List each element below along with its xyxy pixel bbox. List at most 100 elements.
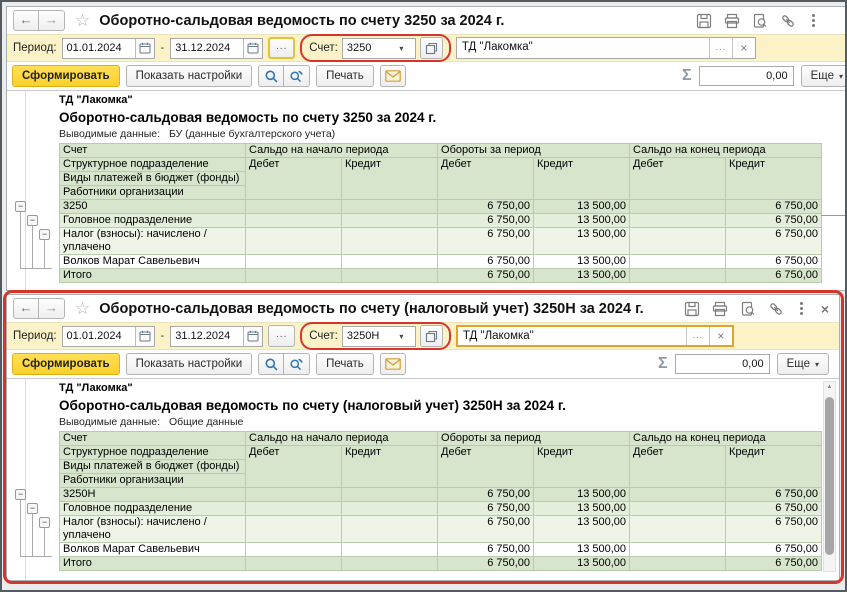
cell-value[interactable]: 6 750,00 (726, 502, 822, 516)
cell-value[interactable]: 6 750,00 (438, 502, 534, 516)
cell-value[interactable]: 6 750,00 (438, 200, 534, 214)
cell-value[interactable] (630, 214, 726, 228)
search-icon[interactable] (258, 353, 284, 375)
period-from-input[interactable] (63, 327, 135, 346)
cell-value[interactable]: 6 750,00 (726, 557, 822, 571)
collapse-toggle[interactable]: − (27, 215, 38, 226)
collapse-toggle[interactable]: − (39, 229, 50, 240)
cell-value[interactable]: 6 750,00 (726, 214, 822, 228)
cell-value[interactable]: 13 500,00 (534, 516, 630, 543)
cell-value[interactable] (246, 557, 342, 571)
cell-value[interactable]: 6 750,00 (726, 269, 822, 283)
cell-value[interactable] (630, 228, 726, 255)
cell-value[interactable] (630, 255, 726, 269)
calendar-icon[interactable] (243, 39, 262, 58)
more-menu-icon[interactable] (808, 13, 819, 28)
preview-icon[interactable] (752, 13, 768, 29)
cell-value[interactable]: 6 750,00 (438, 228, 534, 255)
row-label[interactable]: Волков Марат Савельевич (60, 255, 246, 269)
cell-value[interactable] (246, 200, 342, 214)
sum-input[interactable] (675, 354, 770, 374)
row-label[interactable]: Налог (взносы): начислено / уплачено (60, 516, 246, 543)
cell-value[interactable]: 6 750,00 (438, 255, 534, 269)
cell-value[interactable]: 13 500,00 (534, 200, 630, 214)
cell-value[interactable]: 13 500,00 (534, 255, 630, 269)
close-icon[interactable]: × (819, 302, 831, 316)
organization-choose-icon[interactable]: ... (686, 327, 709, 345)
cell-value[interactable]: 6 750,00 (438, 269, 534, 283)
cell-value[interactable]: 13 500,00 (534, 228, 630, 255)
preview-icon[interactable] (740, 301, 756, 317)
sum-input[interactable] (699, 66, 794, 86)
forward-icon[interactable]: → (39, 10, 65, 31)
row-label[interactable]: Итого (60, 557, 246, 571)
cell-value[interactable] (342, 255, 438, 269)
print-icon[interactable] (712, 301, 728, 317)
calendar-icon[interactable] (243, 327, 262, 346)
row-label[interactable]: Головное подразделение (60, 502, 246, 516)
cell-value[interactable] (342, 269, 438, 283)
cell-value[interactable]: 13 500,00 (534, 269, 630, 283)
cell-value[interactable] (630, 200, 726, 214)
cell-value[interactable] (342, 543, 438, 557)
open-account-icon[interactable] (420, 37, 443, 59)
period-to-input[interactable] (171, 39, 243, 58)
collapse-toggle[interactable]: − (39, 517, 50, 528)
organization-clear-icon[interactable]: × (732, 38, 755, 58)
cell-value[interactable]: 6 750,00 (726, 200, 822, 214)
save-icon[interactable] (696, 13, 712, 29)
cell-value[interactable]: 6 750,00 (726, 228, 822, 255)
cell-value[interactable] (630, 516, 726, 543)
scroll-up-icon[interactable]: ▲ (824, 382, 835, 393)
cell-value[interactable]: 6 750,00 (726, 543, 822, 557)
cell-value[interactable] (630, 502, 726, 516)
collapse-toggle[interactable]: − (27, 503, 38, 514)
cell-value[interactable] (342, 516, 438, 543)
row-label[interactable]: Итого (60, 269, 246, 283)
period-from-input[interactable] (63, 39, 135, 58)
row-label[interactable]: Головное подразделение (60, 214, 246, 228)
cell-value[interactable] (246, 502, 342, 516)
organization-choose-icon[interactable]: ... (709, 38, 732, 58)
cell-value[interactable]: 13 500,00 (534, 557, 630, 571)
cell-value[interactable] (342, 200, 438, 214)
search-icon[interactable] (258, 65, 284, 87)
organization-value[interactable]: ТД "Лакомка" (458, 327, 686, 345)
chevron-down-icon[interactable]: ▾ (393, 39, 410, 58)
cell-value[interactable] (630, 557, 726, 571)
more-button[interactable]: Еще ▾ (801, 65, 847, 87)
cell-value[interactable] (630, 543, 726, 557)
vertical-scrollbar[interactable]: ▲ (823, 381, 836, 572)
cell-value[interactable] (342, 488, 438, 502)
more-menu-icon[interactable] (796, 301, 807, 316)
collapse-toggle[interactable]: − (15, 489, 26, 500)
organization-clear-icon[interactable]: × (709, 327, 732, 345)
search-next-icon[interactable] (284, 353, 310, 375)
cell-value[interactable] (342, 214, 438, 228)
cell-value[interactable] (342, 228, 438, 255)
organization-value[interactable]: ТД "Лакомка" (457, 38, 709, 58)
period-to-input[interactable] (171, 327, 243, 346)
period-choose-button[interactable]: ... (268, 37, 295, 59)
scrollbar-thumb[interactable] (825, 397, 834, 555)
collapse-toggle[interactable]: − (15, 201, 26, 212)
mail-icon[interactable] (380, 353, 406, 375)
cell-value[interactable]: 6 750,00 (726, 255, 822, 269)
link-icon[interactable] (780, 13, 796, 29)
chevron-down-icon[interactable]: ▾ (393, 327, 410, 346)
back-icon[interactable]: ← (13, 10, 39, 31)
row-label[interactable]: Налог (взносы): начислено / уплачено (60, 228, 246, 255)
save-icon[interactable] (684, 301, 700, 317)
row-label[interactable]: Волков Марат Савельевич (60, 543, 246, 557)
cell-value[interactable] (246, 214, 342, 228)
calendar-icon[interactable] (135, 39, 154, 58)
search-next-icon[interactable] (284, 65, 310, 87)
print-icon[interactable] (724, 13, 740, 29)
account-input[interactable] (343, 327, 393, 346)
row-label[interactable]: 3250 (60, 200, 246, 214)
back-icon[interactable]: ← (13, 298, 39, 319)
cell-value[interactable] (630, 488, 726, 502)
favorite-star-icon[interactable]: ☆ (75, 300, 90, 317)
cell-value[interactable]: 6 750,00 (438, 543, 534, 557)
show-settings-button[interactable]: Показать настройки (126, 353, 253, 375)
